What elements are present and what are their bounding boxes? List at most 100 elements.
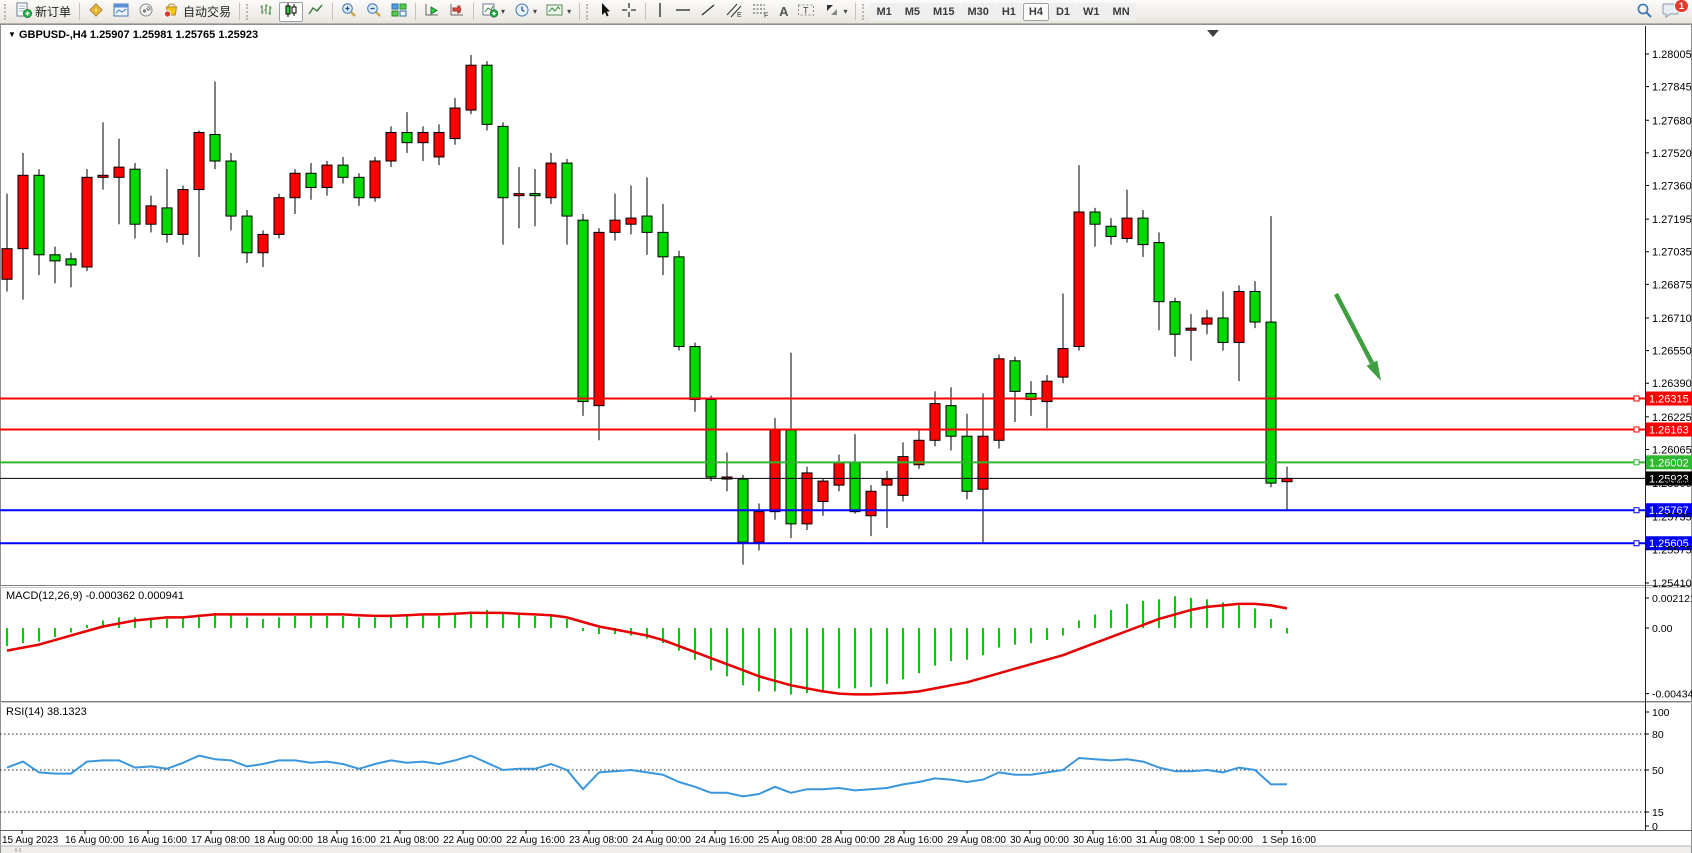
mt4-window: 新订单 自动交易 ▾ ▾ ▾ E F A — [0, 0, 1692, 853]
horizontal-line-icon — [675, 2, 691, 21]
candle — [610, 220, 620, 232]
timeframe-h4-button[interactable]: H4 — [1023, 3, 1049, 21]
timeframe-h1-button[interactable]: H1 — [996, 3, 1022, 21]
timeframe-m30-button[interactable]: M30 — [961, 3, 994, 21]
x-axis-label: 18 Aug 00:00 — [254, 835, 313, 846]
rsi-tick-label: 50 — [1652, 765, 1664, 777]
timeframe-d1-button[interactable]: D1 — [1050, 3, 1076, 21]
svg-text:F: F — [764, 13, 768, 19]
toolbar-separator — [415, 3, 416, 20]
candle — [946, 406, 956, 437]
toolbar-grip — [862, 4, 867, 20]
price-tick-label: 1.27845 — [1652, 82, 1692, 94]
x-axis-label: 16 Aug 00:00 — [65, 835, 124, 846]
candle — [1010, 361, 1020, 392]
crosshair-icon — [621, 2, 637, 21]
x-axis-label: 22 Aug 00:00 — [443, 835, 502, 846]
hline-anchor-marker[interactable] — [1634, 396, 1639, 401]
price-tick-label: 1.26710 — [1652, 313, 1692, 325]
candle — [402, 132, 412, 142]
data-window-button[interactable] — [109, 2, 133, 22]
macd-tick-label: 0.002121 — [1652, 593, 1692, 605]
candle — [850, 463, 860, 512]
autotrading-button[interactable]: 自动交易 — [159, 2, 235, 22]
candle — [1170, 302, 1180, 335]
macd-tick-label: -0.004348 — [1652, 689, 1692, 701]
autotrading-icon — [163, 2, 180, 21]
new-order-button[interactable]: 新订单 — [12, 2, 75, 22]
x-axis-label: 28 Aug 00:00 — [821, 835, 880, 846]
toolbar-separator — [79, 3, 80, 20]
market-watch-button[interactable] — [84, 2, 108, 22]
chart-canvas[interactable]: 1.263151.261631.260021.259231.257671.256… — [0, 0, 1692, 853]
candle — [370, 161, 380, 198]
chevron-down-icon: ▾ — [567, 8, 571, 16]
hline-anchor-marker[interactable] — [1634, 541, 1639, 546]
candlestick-chart-button[interactable] — [279, 2, 303, 22]
periods-button[interactable]: ▾ — [510, 2, 541, 22]
price-tag-label: 1.26163 — [1649, 424, 1689, 436]
tile-windows-button[interactable] — [387, 2, 411, 22]
crosshair-tool-button[interactable] — [617, 2, 641, 22]
cursor-tool-button[interactable] — [594, 2, 616, 22]
toolbar-separator — [332, 3, 333, 20]
rsi-tick-label: 80 — [1652, 729, 1664, 741]
candle — [882, 479, 892, 485]
text-tool-button[interactable]: A — [775, 2, 792, 22]
rsi-indicator-label: RSI(14) 38.1323 — [6, 706, 87, 718]
zoom-in-button[interactable] — [337, 2, 361, 22]
timeframe-m5-button[interactable]: M5 — [899, 3, 926, 21]
zoom-in-icon — [341, 2, 357, 21]
notifications-button[interactable]: 1 — [1658, 2, 1684, 22]
one-click-trading-arrow[interactable]: ▼ — [8, 30, 16, 39]
candle — [498, 126, 508, 197]
indicators-button[interactable]: ▾ — [478, 2, 509, 22]
price-tick-label: 1.26390 — [1652, 378, 1692, 390]
candle — [1266, 322, 1276, 483]
indicators-icon — [482, 2, 498, 21]
timeframe-mn-button[interactable]: MN — [1107, 3, 1136, 21]
candle — [210, 135, 220, 162]
candle — [866, 491, 876, 515]
auto-scroll-button[interactable] — [420, 2, 444, 22]
trendline-tool-button[interactable] — [696, 2, 720, 22]
horizontal-line-tool-button[interactable] — [671, 2, 695, 22]
price-tick-label: 1.27520 — [1652, 148, 1692, 160]
channel-icon: E — [725, 2, 743, 21]
arrows-tool-button[interactable]: ▾ — [820, 2, 851, 22]
arrows-icon — [824, 2, 840, 21]
x-axis-label: 31 Aug 08:00 — [1136, 835, 1195, 846]
toolbar-grip — [586, 4, 591, 20]
timeframe-m1-button[interactable]: M1 — [870, 3, 897, 21]
hline-anchor-marker[interactable] — [1634, 460, 1639, 465]
price-tick-label: 1.28005 — [1652, 49, 1692, 61]
label-tool-button[interactable]: T — [793, 2, 819, 22]
status-strip — [1, 846, 1691, 853]
candle — [562, 163, 572, 216]
hline-anchor-marker[interactable] — [1634, 427, 1639, 432]
candle — [290, 173, 300, 197]
fibonacci-tool-button[interactable]: F — [748, 2, 774, 22]
cursor-icon — [598, 2, 612, 21]
candle — [1138, 218, 1148, 245]
templates-button[interactable]: ▾ — [542, 2, 575, 22]
vertical-line-tool-button[interactable] — [650, 2, 670, 22]
price-tick-label: 1.26550 — [1652, 346, 1692, 358]
candle — [770, 430, 780, 512]
zoom-out-button[interactable] — [362, 2, 386, 22]
candle — [482, 65, 492, 124]
timeframe-w1-button[interactable]: W1 — [1077, 3, 1106, 21]
candle — [994, 359, 1004, 441]
navigator-button[interactable] — [134, 2, 158, 22]
search-button[interactable] — [1632, 2, 1657, 22]
timeframe-m15-button[interactable]: M15 — [927, 3, 960, 21]
candle — [338, 165, 348, 177]
bar-chart-button[interactable] — [254, 2, 278, 22]
candle — [2, 249, 12, 280]
channel-tool-button[interactable]: E — [721, 2, 747, 22]
price-tick-label: 1.26065 — [1652, 444, 1692, 456]
chart-shift-button[interactable] — [445, 2, 469, 22]
candle — [98, 175, 108, 177]
line-chart-button[interactable] — [304, 2, 328, 22]
hline-anchor-marker[interactable] — [1634, 508, 1639, 513]
